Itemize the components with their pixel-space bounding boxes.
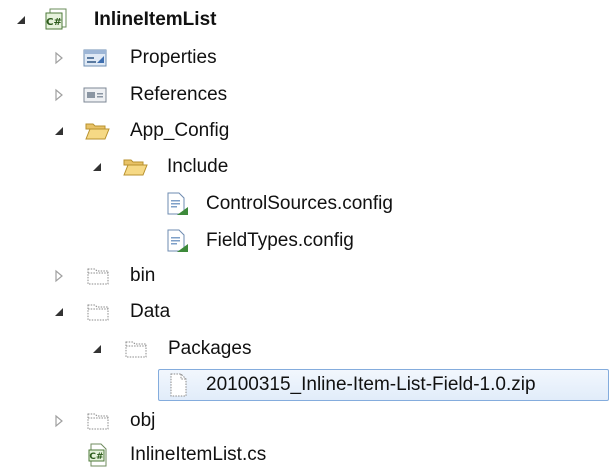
properties-icon [82, 45, 108, 71]
tree-item-packages[interactable]: Packages [0, 332, 611, 366]
config-file-icon [164, 228, 190, 254]
tree-item-bin[interactable]: bin [0, 259, 611, 293]
collapsed-arrow-icon[interactable] [52, 88, 66, 102]
tree-item-data[interactable]: Data [0, 295, 611, 329]
project-label: InlineItemList [94, 9, 217, 30]
expanded-arrow-icon[interactable] [90, 160, 104, 174]
fieldtypes-config-label: FieldTypes.config [206, 230, 354, 251]
expanded-arrow-icon[interactable] [52, 305, 66, 319]
open-folder-icon [122, 154, 148, 180]
csharp-file-icon: C# [86, 442, 112, 468]
collapsed-arrow-icon[interactable] [52, 269, 66, 283]
controlsources-config-label: ControlSources.config [206, 193, 393, 214]
inlineitemlist-cs-label: InlineItemList.cs [130, 444, 267, 465]
open-folder-icon [84, 118, 110, 144]
tree-item-references[interactable]: References [0, 78, 611, 112]
tree-item-controlsources-config[interactable]: ControlSources.config [0, 187, 611, 221]
properties-label: Properties [130, 47, 217, 68]
tree-item-inlineitemlist-cs[interactable]: C# InlineItemList.cs [0, 438, 611, 472]
tree-item-properties[interactable]: Properties [0, 41, 611, 75]
expanded-arrow-icon[interactable] [52, 124, 66, 138]
csharp-project-icon: C# [44, 7, 70, 33]
tree-item-package-zip[interactable]: 20100315_Inline-Item-List-Field-1.0.zip [0, 368, 611, 402]
tree-item-fieldtypes-config[interactable]: FieldTypes.config [0, 224, 611, 258]
references-icon [82, 82, 108, 108]
solution-explorer-tree: C# InlineItemList Properties References … [0, 0, 611, 472]
references-label: References [130, 84, 228, 105]
include-label: Include [167, 156, 229, 177]
data-label: Data [130, 301, 171, 322]
excluded-folder-icon [124, 336, 150, 362]
obj-label: obj [130, 410, 156, 431]
tree-item-project[interactable]: C# InlineItemList [0, 3, 611, 37]
expanded-arrow-icon[interactable] [14, 13, 28, 27]
excluded-folder-icon [86, 299, 112, 325]
excluded-folder-icon [86, 263, 112, 289]
config-file-icon [164, 191, 190, 217]
bin-label: bin [130, 265, 156, 286]
svg-text:C#: C# [89, 452, 103, 462]
tree-item-app-config[interactable]: App_Config [0, 114, 611, 148]
packages-label: Packages [168, 338, 252, 359]
tree-item-include[interactable]: Include [0, 150, 611, 184]
collapsed-arrow-icon[interactable] [52, 51, 66, 65]
app-config-label: App_Config [130, 120, 230, 141]
package-zip-label: 20100315_Inline-Item-List-Field-1.0.zip [206, 374, 536, 395]
tree-item-obj[interactable]: obj [0, 404, 611, 438]
excluded-folder-icon [86, 408, 112, 434]
collapsed-arrow-icon[interactable] [52, 414, 66, 428]
svg-text:C#: C# [46, 17, 62, 28]
expanded-arrow-icon[interactable] [90, 342, 104, 356]
excluded-file-icon [166, 372, 192, 398]
